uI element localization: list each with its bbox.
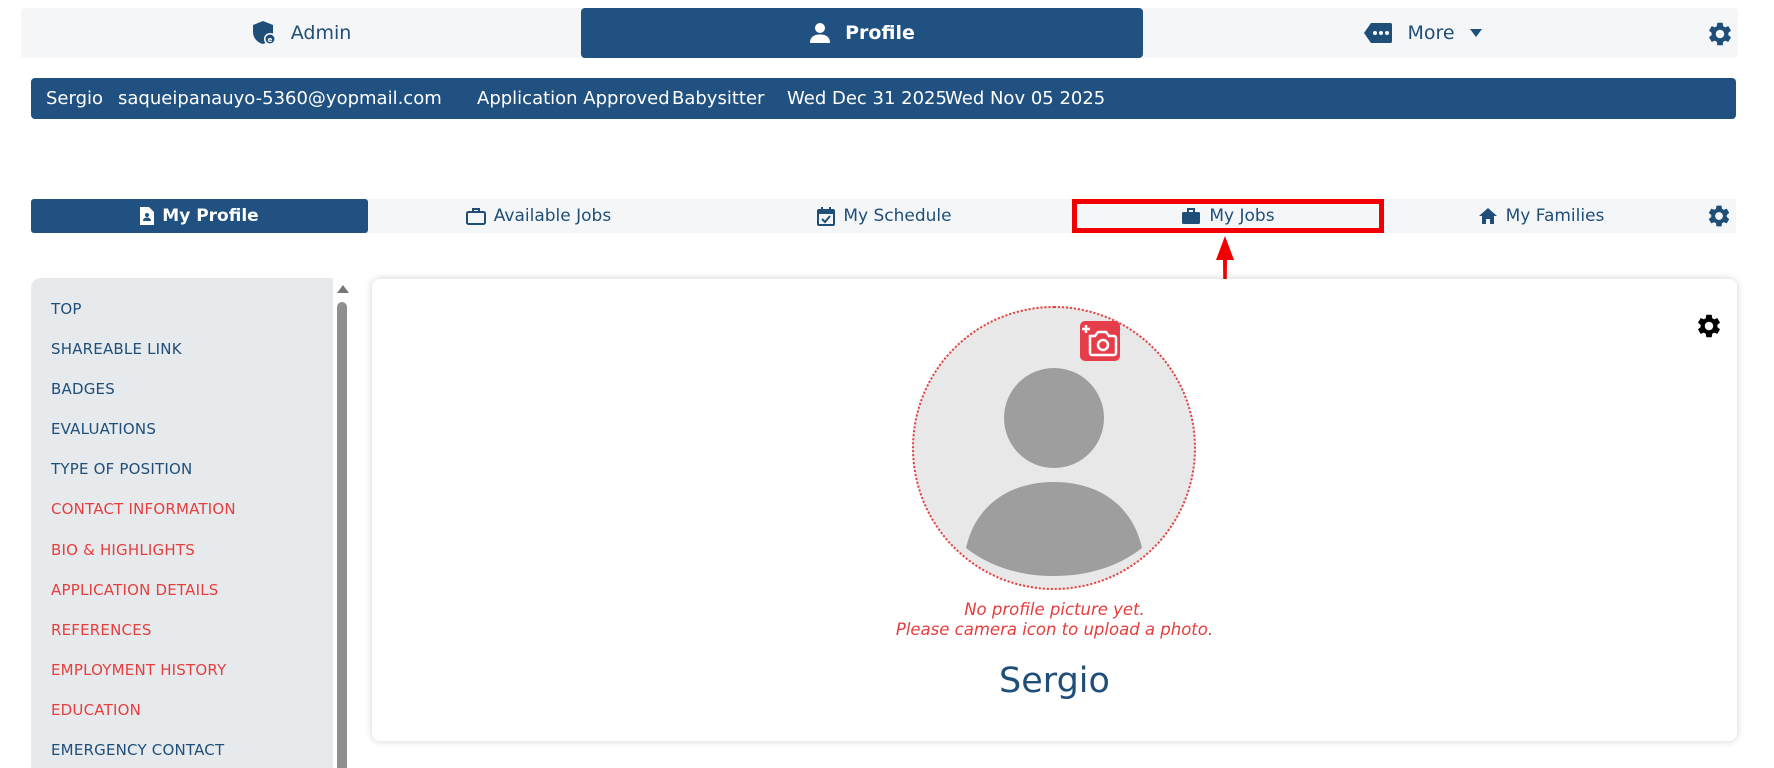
sidebar-item[interactable]: EVALUATIONS (31, 409, 333, 449)
profile-tabs: My Profile Available Jobs My Schedule My… (31, 199, 1736, 233)
more-tag-icon (1364, 23, 1393, 43)
sidebar-list: TOP SHAREABLE LINK BADGES EVALUATIONS TYPE O… (31, 278, 333, 768)
nav-more[interactable]: More (1143, 8, 1703, 58)
tab-available-jobs[interactable]: Available Jobs (371, 199, 706, 233)
home-icon (1478, 208, 1497, 224)
tabs-gear-icon[interactable] (1706, 203, 1732, 229)
tab-my-jobs[interactable]: My Jobs (1072, 199, 1384, 233)
calendar-check-icon (817, 206, 836, 226)
avatar-placeholder (912, 306, 1196, 590)
sidebar-item[interactable]: EDUCATION (31, 690, 333, 730)
tab-my-schedule[interactable]: My Schedule (717, 199, 1052, 233)
sidebar-item[interactable]: SHAREABLE LINK (31, 329, 333, 369)
sidebar-scrollbar[interactable] (336, 280, 349, 768)
sidebar-item[interactable]: APPLICATION DETAILS (31, 570, 333, 610)
profile-card: No profile picture yet. Please camera ic… (372, 279, 1737, 741)
user-info-bar: Sergio saqueipanauyo-5360@yopmail.com Ap… (31, 78, 1736, 119)
sidebar-item[interactable]: EMPLOYMENT HISTORY (31, 650, 333, 690)
svg-text:e: e (267, 36, 272, 44)
info-email: saqueipanauyo-5360@yopmail.com (118, 88, 442, 109)
upload-instruction-message: Please camera icon to upload a photo. (895, 620, 1214, 639)
scroll-thumb[interactable] (337, 302, 347, 768)
info-date-2: Wed Nov 05 2025 (945, 88, 1106, 109)
tab-my-profile-label: My Profile (162, 206, 259, 226)
no-picture-message: No profile picture yet. (964, 600, 1145, 619)
profile-sections-sidebar: TOP SHAREABLE LINK BADGES EVALUATIONS TYPE O… (31, 278, 333, 768)
briefcase-outline-icon (465, 208, 486, 225)
document-icon (140, 207, 155, 225)
sidebar-item[interactable]: TYPE OF POSITION (31, 449, 333, 489)
sidebar-item[interactable]: REFERENCES (31, 610, 333, 650)
nav-more-label: More (1407, 22, 1455, 44)
sidebar-item[interactable]: EMERGENCY CONTACT (31, 730, 333, 768)
nav-admin[interactable]: e Admin (21, 8, 581, 58)
info-name: Sergio (46, 88, 104, 109)
shield-admin-icon: e (252, 21, 276, 45)
user-icon (810, 23, 831, 43)
default-avatar-icon (966, 368, 1142, 576)
gear-icon[interactable] (1706, 20, 1734, 48)
info-status: Application Approved (477, 88, 670, 109)
sidebar-item[interactable]: TOP (31, 289, 333, 329)
tab-my-families-label: My Families (1505, 206, 1605, 226)
sidebar-item[interactable]: CONTACT INFORMATION (31, 489, 333, 529)
profile-name: Sergio (999, 661, 1110, 701)
caret-down-icon (1469, 29, 1482, 37)
nav-profile-label: Profile (845, 22, 915, 44)
tab-available-jobs-label: Available Jobs (493, 206, 612, 226)
info-role: Babysitter (672, 88, 765, 109)
upload-photo-button[interactable] (1080, 321, 1120, 361)
scroll-up-arrow-icon[interactable] (337, 285, 349, 293)
tab-my-schedule-label: My Schedule (843, 206, 952, 226)
camera-add-icon (1082, 325, 1118, 357)
sidebar-item[interactable]: BADGES (31, 369, 333, 409)
briefcase-icon (1182, 208, 1201, 224)
sidebar-item[interactable]: BIO & HIGHLIGHTS (31, 530, 333, 570)
tab-my-families[interactable]: My Families (1391, 199, 1691, 233)
nav-profile[interactable]: Profile (581, 8, 1143, 58)
info-date-1: Wed Dec 31 2025 (787, 88, 947, 109)
card-gear-icon[interactable] (1695, 312, 1723, 340)
tab-my-jobs-label: My Jobs (1209, 206, 1275, 226)
top-navigation: e Admin Profile More (21, 8, 1738, 58)
tab-my-profile[interactable]: My Profile (31, 199, 368, 233)
nav-admin-label: Admin (290, 22, 352, 44)
